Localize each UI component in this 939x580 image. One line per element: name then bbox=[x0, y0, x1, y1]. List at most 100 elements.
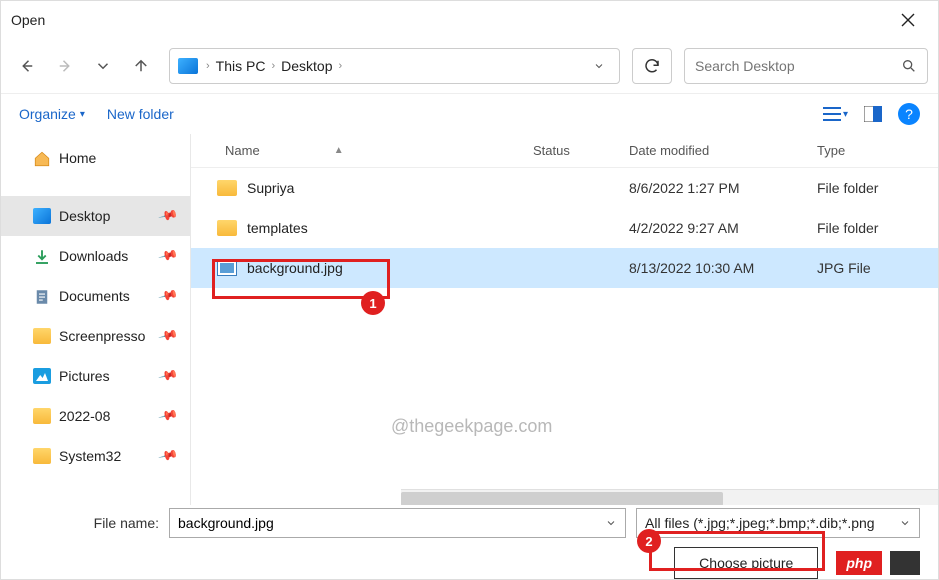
main-area: Home Desktop 📌 Downloads 📌 Documents 📌 S… bbox=[1, 134, 938, 507]
file-type: File folder bbox=[805, 180, 938, 196]
file-date: 8/6/2022 1:27 PM bbox=[617, 180, 805, 196]
folder-icon bbox=[33, 448, 51, 464]
help-button[interactable]: ? bbox=[898, 103, 920, 125]
chevron-down-icon bbox=[94, 57, 112, 75]
annotation-box-1 bbox=[212, 259, 390, 299]
arrow-up-icon bbox=[132, 57, 150, 75]
folder-icon bbox=[217, 220, 237, 236]
refresh-button[interactable] bbox=[632, 48, 672, 84]
col-date[interactable]: Date modified bbox=[617, 143, 805, 158]
download-icon bbox=[33, 248, 51, 264]
sidebar-item-label: Documents bbox=[59, 288, 130, 304]
sidebar-item-label: Screenpresso bbox=[59, 328, 145, 344]
up-button[interactable] bbox=[125, 50, 157, 82]
file-type: JPG File bbox=[805, 260, 938, 276]
arrow-left-icon bbox=[18, 57, 36, 75]
search-box[interactable] bbox=[684, 48, 928, 84]
back-button[interactable] bbox=[11, 50, 43, 82]
pin-icon: 📌 bbox=[157, 445, 179, 467]
preview-icon bbox=[864, 106, 882, 122]
file-type: File folder bbox=[805, 220, 938, 236]
view-menu[interactable]: ▾ bbox=[823, 107, 848, 121]
sidebar-item-system32[interactable]: System32 📌 bbox=[1, 436, 190, 476]
file-name: Supriya bbox=[247, 180, 294, 196]
organize-menu[interactable]: Organize ▾ bbox=[19, 106, 85, 122]
pin-icon: 📌 bbox=[157, 245, 179, 267]
chevron-right-icon: › bbox=[204, 60, 212, 72]
file-row[interactable]: Supriya 8/6/2022 1:27 PM File folder bbox=[191, 168, 938, 208]
pin-icon: 📌 bbox=[157, 205, 179, 227]
sidebar-item-label: System32 bbox=[59, 448, 121, 464]
sidebar-item-pictures[interactable]: Pictures 📌 bbox=[1, 356, 190, 396]
search-icon bbox=[901, 58, 917, 74]
file-row[interactable]: templates 4/2/2022 9:27 AM File folder bbox=[191, 208, 938, 248]
breadcrumb-root[interactable]: This PC bbox=[212, 58, 270, 74]
sidebar-item-home[interactable]: Home bbox=[1, 138, 190, 178]
title-bar: Open bbox=[1, 1, 938, 39]
chevron-down-icon bbox=[593, 60, 605, 72]
chevron-down-icon bbox=[605, 517, 617, 529]
annotation-box-2 bbox=[649, 531, 825, 571]
pin-icon: 📌 bbox=[157, 365, 179, 387]
sidebar-item-label: Home bbox=[59, 150, 96, 166]
sidebar-item-screenpresso[interactable]: Screenpresso 📌 bbox=[1, 316, 190, 356]
pictures-icon bbox=[33, 368, 51, 384]
nav-row: › This PC › Desktop › bbox=[1, 39, 938, 94]
refresh-icon bbox=[643, 57, 661, 75]
col-name-label: Name bbox=[225, 143, 260, 158]
recent-dropdown[interactable] bbox=[87, 50, 119, 82]
arrow-right-icon bbox=[56, 57, 74, 75]
folder-icon bbox=[33, 408, 51, 424]
sidebar-item-label: Downloads bbox=[59, 248, 128, 264]
col-name[interactable]: Name ▲ bbox=[191, 143, 521, 158]
filename-label: File name: bbox=[19, 515, 159, 531]
filename-combo[interactable] bbox=[169, 508, 626, 538]
filter-label: All files (*.jpg;*.jpeg;*.bmp;*.dib;*.pn… bbox=[645, 515, 875, 531]
chevron-right-icon: › bbox=[269, 60, 277, 72]
search-input[interactable] bbox=[695, 58, 901, 74]
pin-icon: 📌 bbox=[157, 285, 179, 307]
file-date: 8/13/2022 10:30 AM bbox=[617, 260, 805, 276]
chevron-down-icon bbox=[899, 517, 911, 529]
close-button[interactable] bbox=[888, 1, 928, 39]
file-date: 4/2/2022 9:27 AM bbox=[617, 220, 805, 236]
col-status[interactable]: Status bbox=[521, 143, 617, 158]
address-bar[interactable]: › This PC › Desktop › bbox=[169, 48, 620, 84]
forward-button[interactable] bbox=[49, 50, 81, 82]
sort-asc-icon: ▲ bbox=[334, 145, 344, 156]
folder-icon bbox=[33, 328, 51, 344]
sidebar-item-documents[interactable]: Documents 📌 bbox=[1, 276, 190, 316]
sidebar: Home Desktop 📌 Downloads 📌 Documents 📌 S… bbox=[1, 134, 191, 507]
address-dropdown[interactable] bbox=[587, 60, 611, 72]
sidebar-item-desktop[interactable]: Desktop 📌 bbox=[1, 196, 190, 236]
column-header: Name ▲ Status Date modified Type bbox=[191, 134, 938, 168]
desktop-icon bbox=[33, 208, 51, 224]
scroll-thumb[interactable] bbox=[401, 492, 723, 506]
filename-input[interactable] bbox=[178, 515, 605, 531]
file-name: templates bbox=[247, 220, 308, 236]
annotation-badge-2: 2 bbox=[637, 529, 661, 553]
sidebar-item-label: 2022-08 bbox=[59, 408, 110, 424]
pin-icon: 📌 bbox=[157, 405, 179, 427]
toolbar: Organize ▾ New folder ▾ ? bbox=[1, 94, 938, 134]
document-icon bbox=[33, 288, 51, 304]
file-pane: Name ▲ Status Date modified Type Supriya … bbox=[191, 134, 938, 507]
preview-pane-button[interactable] bbox=[864, 106, 882, 122]
sidebar-item-label: Pictures bbox=[59, 368, 110, 384]
pin-icon: 📌 bbox=[157, 325, 179, 347]
folder-icon bbox=[217, 180, 237, 196]
annotation-badge-1: 1 bbox=[361, 291, 385, 315]
organize-label: Organize bbox=[19, 106, 76, 122]
new-folder-button[interactable]: New folder bbox=[107, 106, 174, 122]
close-icon bbox=[901, 13, 915, 27]
col-type[interactable]: Type bbox=[805, 143, 938, 158]
sidebar-item-label: Desktop bbox=[59, 208, 110, 224]
php-stub bbox=[890, 551, 920, 575]
sidebar-item-downloads[interactable]: Downloads 📌 bbox=[1, 236, 190, 276]
home-icon bbox=[33, 150, 51, 166]
php-badge: php bbox=[836, 551, 882, 575]
window-title: Open bbox=[11, 12, 888, 28]
sidebar-item-2022-08[interactable]: 2022-08 📌 bbox=[1, 396, 190, 436]
chevron-right-icon: › bbox=[337, 60, 345, 72]
breadcrumb-folder[interactable]: Desktop bbox=[277, 58, 336, 74]
